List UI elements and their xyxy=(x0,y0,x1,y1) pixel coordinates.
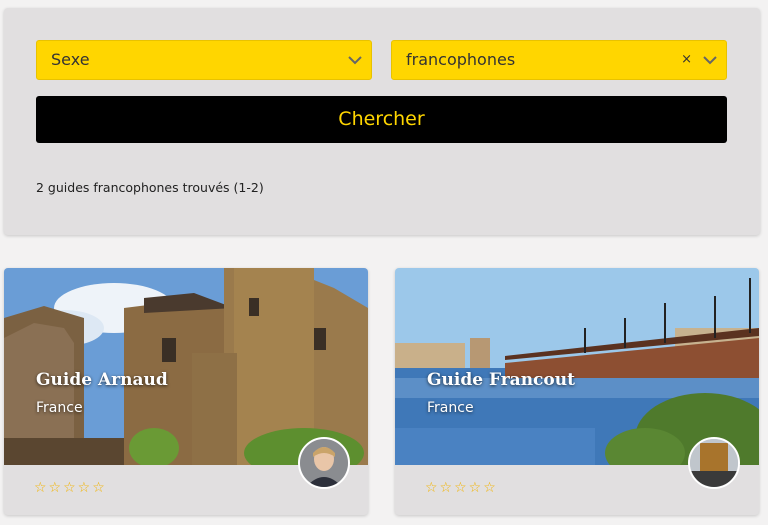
guide-name[interactable]: Guide Francout xyxy=(427,370,575,390)
avatar xyxy=(298,437,350,489)
search-panel: Sexe francophones × Chercher 2 guides fr… xyxy=(4,8,760,235)
guide-card[interactable]: Guide Francout France ☆☆☆☆☆ xyxy=(395,268,759,515)
clear-icon[interactable]: × xyxy=(681,41,692,79)
rating-stars: ☆☆☆☆☆ xyxy=(425,480,498,496)
language-select[interactable]: francophones × xyxy=(391,40,727,80)
results-count: 2 guides francophones trouvés (1-2) xyxy=(36,180,264,195)
gender-select[interactable]: Sexe xyxy=(36,40,372,80)
guide-country: France xyxy=(427,400,474,416)
guide-name[interactable]: Guide Arnaud xyxy=(36,370,168,390)
search-button[interactable]: Chercher xyxy=(36,96,727,143)
guide-photo xyxy=(395,268,759,465)
chevron-down-icon xyxy=(348,56,362,65)
guide-country: France xyxy=(36,400,83,416)
chevron-down-icon xyxy=(703,56,717,65)
gender-select-value: Sexe xyxy=(51,50,90,69)
guide-card[interactable]: Guide Arnaud France ☆☆☆☆☆ xyxy=(4,268,368,515)
avatar xyxy=(688,437,740,489)
rating-stars: ☆☆☆☆☆ xyxy=(34,480,107,496)
language-select-value: francophones xyxy=(406,50,516,69)
guide-photo xyxy=(4,268,368,465)
